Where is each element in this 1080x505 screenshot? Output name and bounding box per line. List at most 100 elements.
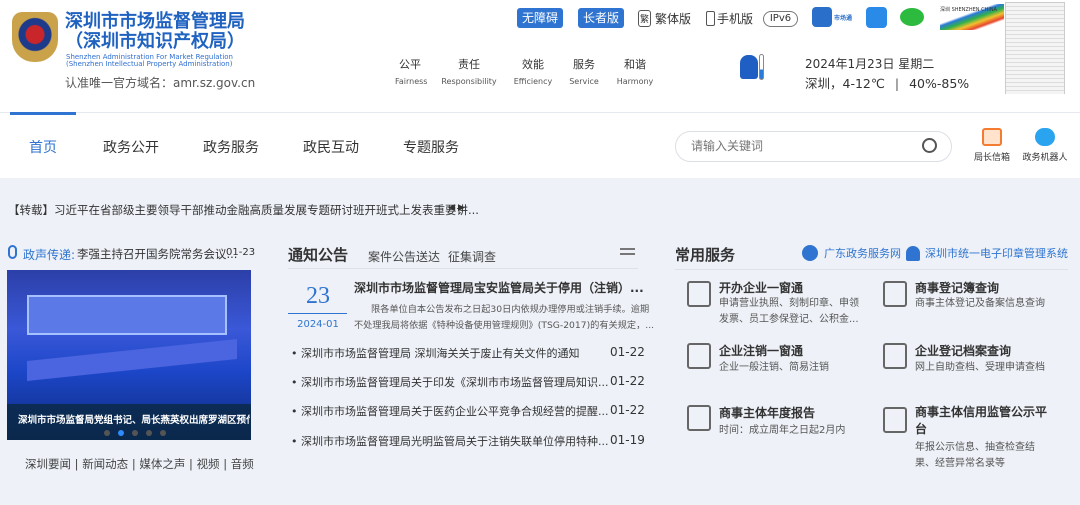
power-monitor-icon bbox=[687, 343, 711, 369]
nav-home[interactable]: 首页 bbox=[29, 137, 57, 157]
wechat-icon[interactable] bbox=[900, 8, 924, 26]
news-carousel[interactable]: 深圳市市场监督局党组书记、局长燕英权出席罗湖区预付... bbox=[7, 270, 251, 440]
notice-board-icon bbox=[883, 407, 907, 433]
shitong-icon bbox=[812, 7, 832, 27]
service-desc: 网上自助查档、受理申请查档 bbox=[915, 362, 1045, 373]
building-illustration bbox=[1005, 2, 1065, 94]
carousel-dot[interactable] bbox=[160, 430, 166, 436]
service-title[interactable]: 开办企业一窗通 bbox=[719, 279, 803, 296]
carousel-dot[interactable] bbox=[104, 430, 110, 436]
director-mailbox[interactable]: 局长信箱 bbox=[972, 128, 1012, 163]
more-menu-icon[interactable] bbox=[620, 248, 635, 255]
notice-item[interactable]: • 深圳市市场监督管理局 深圳海关关于废止有关文件的通知 bbox=[291, 345, 580, 361]
service-title[interactable]: 商事主体年度报告 bbox=[719, 404, 815, 421]
notice-item[interactable]: • 深圳市市场监督管理局关于印发《深圳市市场监督管理局知识... bbox=[291, 374, 609, 390]
site-title-en2: (Shenzhen Intellectual Property Administ… bbox=[66, 60, 233, 68]
building-icon bbox=[687, 281, 711, 307]
nav-interaction[interactable]: 政民互动 bbox=[303, 137, 359, 157]
shitong-label: 市场通 bbox=[834, 14, 853, 22]
traditional-chinese-link[interactable]: 繁 繁体版 bbox=[638, 10, 691, 27]
value-item: 公平 Fairness bbox=[395, 58, 428, 86]
news-category-links: 深圳要闻 | 新闻动态 | 媒体之声 | 视频 | 音频 bbox=[25, 457, 254, 471]
service-desc: 时间：成立周年之日起2月内 bbox=[719, 425, 846, 436]
accessibility-button[interactable]: 无障碍 bbox=[517, 8, 563, 28]
gov-robot[interactable]: 政务机器人 bbox=[1022, 128, 1068, 163]
service-desc: 年报公示信息、抽查检查结果、经营异常名录等 bbox=[915, 442, 1035, 469]
traditional-icon: 繁 bbox=[638, 10, 652, 27]
link-video[interactable]: 视频 bbox=[197, 457, 220, 471]
carousel-dot-active[interactable] bbox=[118, 430, 124, 436]
app-icon[interactable] bbox=[866, 7, 887, 28]
link-news-updates[interactable]: 新闻动态 bbox=[82, 457, 128, 471]
ticker-next-icon[interactable]: ▶ bbox=[458, 203, 465, 213]
link-media[interactable]: 媒体之声 bbox=[139, 457, 185, 471]
tab-case-notices[interactable]: 案件公告送达 bbox=[368, 248, 440, 265]
search-input[interactable] bbox=[691, 139, 911, 153]
ipv6-badge: IPv6 bbox=[763, 11, 798, 27]
mobile-link[interactable]: 手机版 bbox=[706, 10, 753, 27]
notice-date: 01-19 bbox=[610, 433, 645, 447]
service-desc: 申请营业执照、刻制印章、申领发票、员工参保登记、公积金... bbox=[719, 298, 859, 325]
featured-headline[interactable]: 深圳市市场监督管理局宝安监管局关于停用（注销）... bbox=[354, 279, 644, 296]
site-header: 深圳市市场监督管理局 （深圳市知识产权局） Shenzhen Administr… bbox=[0, 0, 1080, 112]
microphone-icon bbox=[8, 245, 17, 259]
weather-info: 深圳，4-12℃ | 40%-85% bbox=[805, 76, 970, 91]
ticker-prev-icon[interactable]: ◀ bbox=[448, 203, 455, 213]
nav-topics[interactable]: 专题服务 bbox=[403, 137, 459, 157]
featured-summary-2: 不处理我局将依据《特种设备使用管理规则》(TSG-2017)的有关规定，... bbox=[354, 320, 655, 331]
search-icon[interactable] bbox=[922, 138, 937, 153]
value-item: 责任 Responsibility bbox=[441, 58, 497, 86]
notice-date: 01-22 bbox=[610, 374, 645, 388]
temperature: 深圳，4-12℃ bbox=[805, 76, 885, 91]
archive-tray-icon bbox=[883, 343, 907, 369]
service-title[interactable]: 企业登记档案查询 bbox=[915, 342, 1011, 359]
user-icon bbox=[906, 245, 920, 261]
site-title-line2: （深圳市知识产权局） bbox=[65, 31, 245, 52]
elder-mode-button[interactable]: 长者版 bbox=[578, 8, 624, 28]
traditional-label: 繁体版 bbox=[655, 12, 692, 26]
robot-icon bbox=[1035, 128, 1055, 146]
emblem-logo[interactable] bbox=[12, 12, 58, 62]
service-title[interactable]: 企业注销一窗通 bbox=[719, 342, 803, 359]
tab-surveys[interactable]: 征集调查 bbox=[448, 248, 496, 265]
carousel-banner-text bbox=[27, 338, 237, 382]
link-sz-news[interactable]: 深圳要闻 bbox=[25, 457, 71, 471]
service-desc: 商事主体登记及备案信息查询 bbox=[915, 298, 1045, 309]
search-box bbox=[675, 131, 952, 162]
e-seal-system-link[interactable]: 深圳市统一电子印章管理系统 bbox=[906, 245, 1068, 261]
document-search-icon bbox=[883, 281, 907, 307]
notice-item[interactable]: • 深圳市市场监督管理局关于医药企业公平竞争合规经营的提醒... bbox=[291, 403, 609, 419]
nav-gov-services[interactable]: 政务服务 bbox=[203, 137, 259, 157]
director-mailbox-label: 局长信箱 bbox=[973, 153, 1010, 163]
featured-month: 2024-01 bbox=[297, 319, 339, 330]
carousel-dot[interactable] bbox=[146, 430, 152, 436]
report-stack-icon bbox=[687, 405, 711, 431]
news-ticker[interactable]: 【转载】习近平在省部级主要领导干部推动金融高质量发展专题研讨班开班式上发表重要讲… bbox=[8, 202, 479, 218]
link-audio[interactable]: 音频 bbox=[231, 457, 254, 471]
service-desc: 企业一般注销、简易注销 bbox=[719, 362, 829, 373]
current-date: 2024年1月23日 星期二 bbox=[805, 57, 935, 71]
nav-gov-affairs[interactable]: 政务公开 bbox=[103, 137, 159, 157]
voice-headline[interactable]: 李强主持召开国务院常务会议... bbox=[77, 246, 237, 262]
notice-title[interactable]: 通知公告 bbox=[288, 244, 348, 265]
featured-summary-1: 限各单位自本公告发布之日起30日内依规办理停用或注销手续。逾期 bbox=[371, 304, 650, 315]
gd-gov-icon bbox=[802, 245, 818, 261]
shitong-app-link[interactable]: 市场通 bbox=[812, 7, 852, 27]
notice-date: 01-22 bbox=[610, 345, 645, 359]
core-values: 公平 Fairness 责任 Responsibility 效能 Efficiency… bbox=[395, 56, 655, 86]
service-title[interactable]: 商事主体信用监管公示平台 bbox=[915, 404, 1050, 438]
carousel-caption[interactable]: 深圳市市场监督局党组书记、局长燕英权出席罗湖区预付... bbox=[18, 412, 250, 426]
carousel-dot[interactable] bbox=[132, 430, 138, 436]
value-item: 效能 Efficiency bbox=[513, 58, 553, 86]
gd-gov-service-link[interactable]: 广东政务服务网 bbox=[802, 245, 901, 261]
services-title: 常用服务 bbox=[675, 246, 736, 264]
service-title[interactable]: 商事登记簿查询 bbox=[915, 279, 999, 296]
featured-date-line bbox=[288, 313, 347, 314]
site-title-line1: 深圳市市场监督管理局 bbox=[65, 11, 245, 32]
phone-icon bbox=[706, 11, 715, 26]
carousel-dots bbox=[104, 430, 166, 436]
official-domain: 认准唯一官方域名：amr.sz.gov.cn bbox=[65, 76, 256, 90]
thermometer-icon bbox=[759, 54, 764, 80]
notice-item[interactable]: • 深圳市市场监督管理局光明监管局关于注销失联单位停用特种... bbox=[291, 433, 609, 449]
gov-robot-label: 政务机器人 bbox=[1022, 153, 1068, 163]
